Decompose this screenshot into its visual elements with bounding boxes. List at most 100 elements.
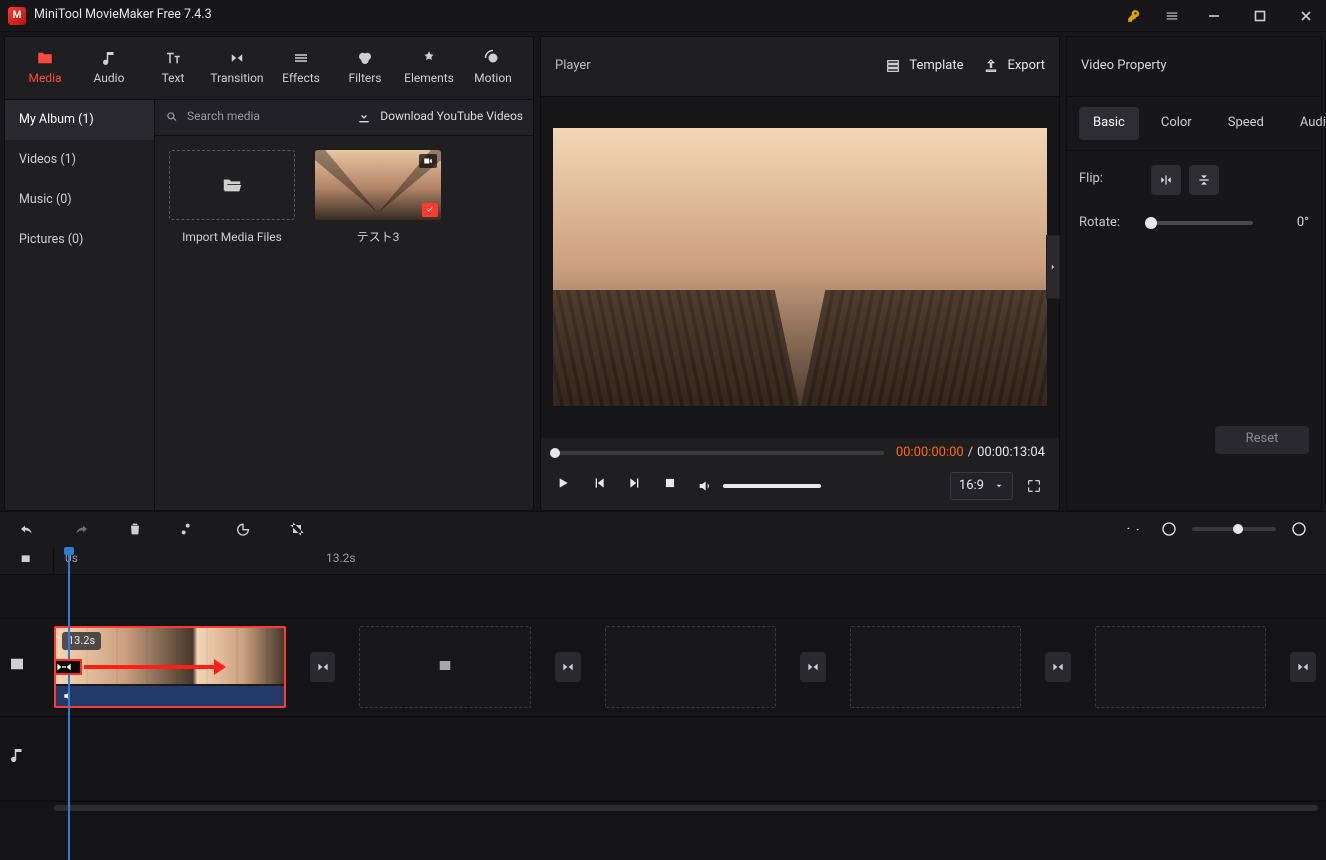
media-clip-card[interactable]: テスト3 [315, 150, 441, 246]
trash-icon [127, 521, 143, 537]
playhead[interactable] [68, 547, 70, 860]
tool-filters-label: Filters [348, 71, 381, 87]
window-minimize-button[interactable] [1200, 2, 1228, 30]
aspect-ratio-select[interactable]: 16:9 [950, 472, 1013, 501]
transition-slot-2[interactable] [555, 652, 581, 682]
transition-slot-4[interactable] [1045, 652, 1071, 682]
player-title: Player [555, 58, 591, 75]
crop-button[interactable] [284, 516, 310, 542]
timeline-scrollbar[interactable] [0, 801, 1326, 813]
player-time: 00:00:00:00 / 00:00:13:04 [896, 445, 1045, 462]
split-button[interactable] [176, 516, 202, 542]
window-maximize-button[interactable] [1246, 2, 1274, 30]
flip-vertical-button[interactable] [1189, 165, 1219, 195]
audio-lane[interactable] [0, 717, 1326, 801]
folder-icon [36, 49, 54, 67]
zoom-in-icon [1291, 521, 1307, 537]
tools-tabs: Media Audio Text Transition Effects [5, 37, 533, 100]
time-duration: 00:00:13:04 [977, 445, 1045, 462]
export-button[interactable]: Export [983, 58, 1045, 75]
stop-button[interactable] [663, 476, 677, 496]
activate-icon[interactable] [1124, 6, 1144, 26]
media-thumb[interactable] [315, 150, 441, 220]
video-property-panel: Video Property Basic Color Speed Audio F… [1066, 36, 1322, 511]
sidebar-item-music[interactable]: Music (0) [5, 180, 154, 220]
clip-audio-strip [56, 686, 284, 706]
hamburger-menu-icon[interactable] [1162, 6, 1182, 26]
redo-icon [73, 521, 89, 537]
search-input[interactable]: Search media [165, 109, 346, 125]
tool-transition-label: Transition [210, 71, 263, 87]
tab-speed[interactable]: Speed [1214, 107, 1278, 140]
fullscreen-icon [1026, 478, 1042, 494]
window-close-button[interactable] [1292, 2, 1320, 30]
tool-media[interactable]: Media [13, 43, 77, 93]
drop-slot-2[interactable] [605, 626, 776, 708]
add-track-button[interactable] [0, 547, 54, 574]
drop-slot-1[interactable] [359, 626, 530, 708]
tool-elements[interactable]: Elements [397, 43, 461, 93]
tool-transition[interactable]: Transition [205, 43, 269, 93]
tab-audio[interactable]: Audio [1286, 107, 1326, 140]
stop-icon [663, 476, 677, 490]
library-sidebar: My Album (1) Videos (1) Music (0) Pictur… [5, 100, 155, 510]
video-lane[interactable]: 13.2s [0, 619, 1326, 717]
clip-left-trim-handle[interactable] [54, 659, 82, 675]
chevron-down-icon [994, 481, 1004, 491]
collapse-right-panel[interactable] [1046, 235, 1060, 299]
sidebar-item-album[interactable]: My Album (1) [5, 100, 154, 140]
speed-button[interactable] [230, 516, 256, 542]
tool-elements-label: Elements [404, 71, 454, 87]
sidebar-item-pictures[interactable]: Pictures (0) [5, 220, 154, 260]
volume-control[interactable] [697, 478, 821, 494]
tool-motion-label: Motion [474, 71, 512, 87]
redo-button[interactable] [68, 516, 94, 542]
tool-filters[interactable]: Filters [333, 43, 397, 93]
video-badge-icon [419, 154, 437, 168]
download-youtube-label: Download YouTube Videos [380, 109, 523, 125]
video-property-header: Video Property [1067, 37, 1321, 97]
overlay-lane[interactable] [0, 575, 1326, 619]
undo-button[interactable] [14, 516, 40, 542]
flip-horizontal-button[interactable] [1151, 165, 1181, 195]
play-icon [555, 475, 571, 491]
rotate-slider[interactable] [1151, 221, 1253, 225]
zoom-out-button[interactable] [1156, 516, 1182, 542]
prev-frame-button[interactable] [591, 475, 607, 497]
zoom-in-button[interactable] [1286, 516, 1312, 542]
template-button[interactable]: Template [885, 58, 963, 75]
next-frame-button[interactable] [627, 475, 643, 497]
download-icon [356, 109, 372, 125]
transition-slot-1[interactable] [310, 652, 336, 682]
drop-slot-4[interactable] [1095, 626, 1266, 708]
tool-text-label: Text [162, 71, 185, 87]
gauge-icon [235, 521, 251, 537]
delete-button[interactable] [122, 516, 148, 542]
play-button[interactable] [555, 475, 571, 497]
tab-basic[interactable]: Basic [1079, 107, 1139, 140]
seek-bar[interactable]: 00:00:00:00 / 00:00:13:04 [555, 445, 1045, 462]
fit-timeline-button[interactable] [1120, 516, 1146, 542]
tab-color[interactable]: Color [1147, 107, 1206, 140]
reset-button[interactable]: Reset [1215, 426, 1309, 454]
timeline-ruler[interactable]: 0s 13.2s [0, 547, 1326, 575]
drop-slot-3[interactable] [850, 626, 1021, 708]
import-media-thumb[interactable] [169, 150, 295, 220]
export-icon [983, 58, 999, 74]
transition-slot-5[interactable] [1290, 652, 1316, 682]
download-youtube[interactable]: Download YouTube Videos [356, 109, 523, 125]
timeline-clip[interactable]: 13.2s [54, 626, 286, 708]
tool-motion[interactable]: Motion [461, 43, 525, 93]
player-canvas[interactable] [553, 128, 1047, 406]
transition-slot-3[interactable] [800, 652, 826, 682]
zoom-slider[interactable] [1192, 527, 1276, 531]
fullscreen-button[interactable] [1023, 475, 1045, 497]
app-title: MiniTool MovieMaker Free 7.4.3 [34, 7, 212, 23]
tool-audio[interactable]: Audio [77, 43, 141, 93]
tool-text[interactable]: Text [141, 43, 205, 93]
search-icon [165, 110, 179, 124]
tool-effects[interactable]: Effects [269, 43, 333, 93]
import-media-card[interactable]: Import Media Files [169, 150, 295, 246]
selected-check-icon [422, 203, 438, 217]
sidebar-item-videos[interactable]: Videos (1) [5, 140, 154, 180]
